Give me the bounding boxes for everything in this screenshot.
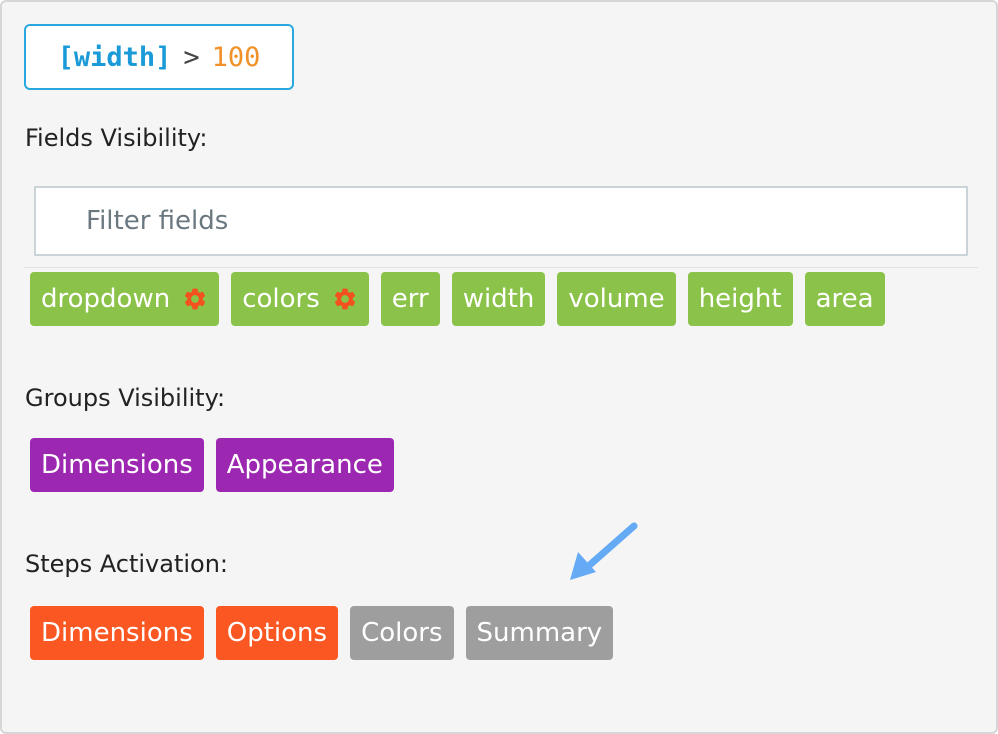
field-chip-label: err — [391, 284, 429, 314]
group-chip-label: Appearance — [226, 450, 383, 480]
filter-fields-container — [24, 178, 978, 268]
steps-activation-label: Steps Activation: — [25, 550, 229, 578]
condition-value: 100 — [211, 41, 261, 73]
field-chip-label: dropdown — [41, 284, 171, 314]
gear-icon[interactable] — [332, 286, 358, 312]
group-chip-dimensions[interactable]: Dimensions — [30, 438, 204, 492]
filter-fields-input[interactable] — [34, 186, 968, 256]
field-chip-label: area — [815, 284, 874, 314]
conditional-logic-panel: [width] > 100 Fields Visibility: dropdow… — [0, 0, 998, 734]
step-chip-label: Dimensions — [41, 618, 193, 648]
gear-icon[interactable] — [182, 286, 208, 312]
step-chip-label: Summary — [476, 618, 603, 648]
field-chip-label: colors — [242, 284, 320, 314]
field-chip-colors[interactable]: colors — [231, 272, 369, 326]
groups-visibility-label: Groups Visibility: — [25, 384, 226, 412]
step-chip-label: Colors — [361, 618, 443, 648]
condition-field: [width] — [57, 41, 172, 73]
field-chip-label: height — [698, 284, 782, 314]
field-chips: dropdown colors err width volume height … — [30, 272, 885, 326]
arrow-pointer-icon — [570, 522, 638, 580]
field-chip-label: volume — [568, 284, 665, 314]
condition-expression[interactable]: [width] > 100 — [24, 24, 294, 90]
step-chip-summary[interactable]: Summary — [465, 606, 614, 660]
field-chip-label: width — [462, 284, 535, 314]
group-chips: Dimensions Appearance — [30, 438, 394, 492]
field-chip-height[interactable]: height — [687, 272, 793, 326]
field-chip-volume[interactable]: volume — [557, 272, 676, 326]
field-chip-err[interactable]: err — [380, 272, 440, 326]
field-chip-dropdown[interactable]: dropdown — [30, 272, 220, 326]
group-chip-label: Dimensions — [41, 450, 193, 480]
step-chip-colors[interactable]: Colors — [350, 606, 454, 660]
field-chip-area[interactable]: area — [804, 272, 885, 326]
step-chip-dimensions[interactable]: Dimensions — [30, 606, 204, 660]
fields-visibility-label: Fields Visibility: — [25, 124, 208, 152]
step-chip-label: Options — [226, 618, 328, 648]
field-chip-width[interactable]: width — [451, 272, 546, 326]
group-chip-appearance[interactable]: Appearance — [215, 438, 394, 492]
condition-operator: > — [183, 41, 200, 73]
step-chip-options[interactable]: Options — [215, 606, 339, 660]
step-chips: Dimensions Options Colors Summary — [30, 606, 614, 660]
